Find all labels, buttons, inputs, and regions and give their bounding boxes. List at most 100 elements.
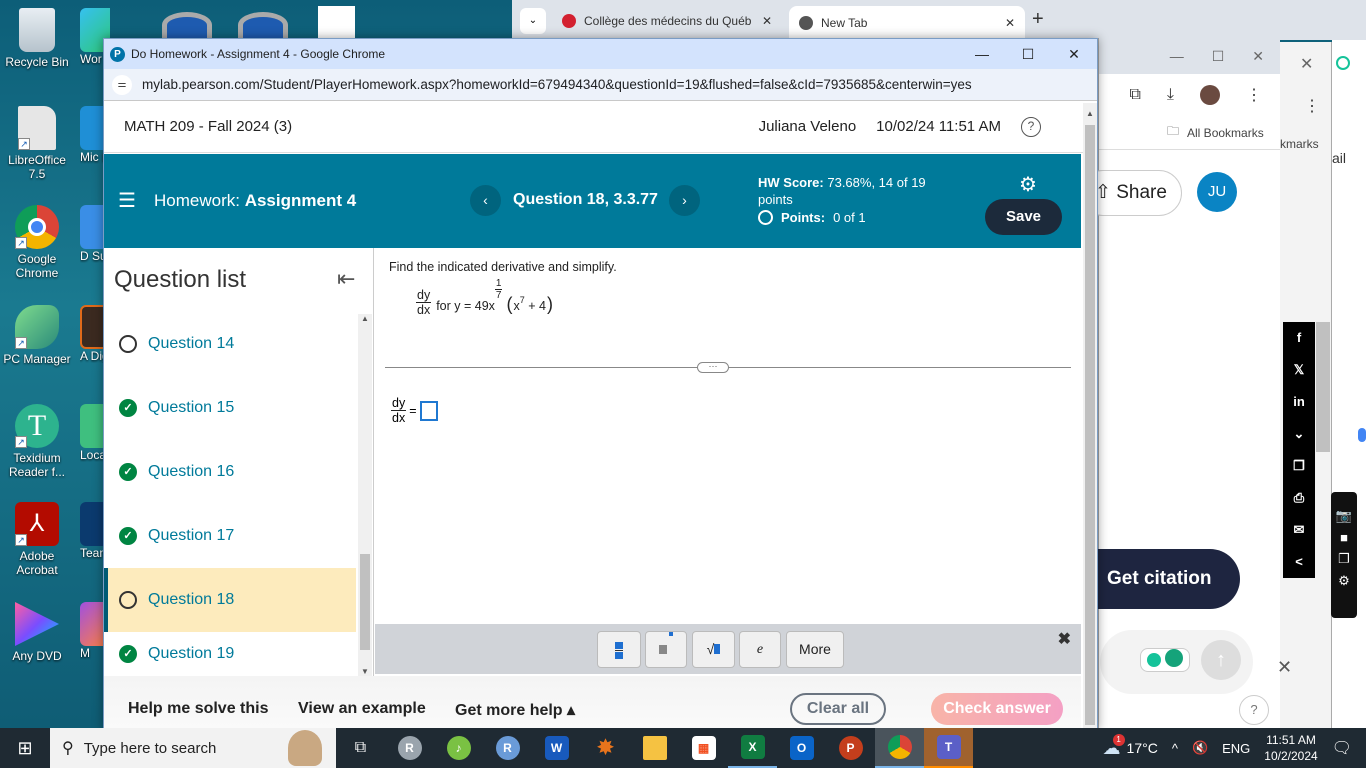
maple-taskbar-icon[interactable]: ✸	[581, 728, 630, 768]
help-icon[interactable]: ?	[1021, 116, 1041, 137]
hamburger-menu-icon[interactable]: ☰	[118, 188, 136, 213]
desktop-icon-chrome[interactable]: ↗ Google Chrome	[0, 205, 74, 280]
pocket-icon[interactable]: ⌄	[1283, 418, 1315, 450]
all-bookmarks[interactable]: All Bookmarks	[1187, 126, 1264, 140]
close-icon[interactable]: ✕	[1252, 48, 1264, 65]
maximize-button[interactable]: ☐	[1005, 46, 1051, 63]
more-button[interactable]: More	[786, 631, 844, 668]
help-circle-icon[interactable]: ?	[1239, 695, 1269, 725]
document-thumbnail-icon[interactable]	[318, 6, 355, 38]
close-icon[interactable]: ✕	[1300, 54, 1313, 74]
tab-search-button[interactable]: ⌄	[520, 8, 546, 34]
scroll-up-arrow-icon[interactable]: ▲	[358, 314, 372, 323]
rstudio-taskbar-icon[interactable]: R	[385, 728, 434, 768]
desktop-icon-anydvd[interactable]: Any DVD	[0, 602, 74, 663]
r-taskbar-icon[interactable]: R	[483, 728, 532, 768]
close-icon[interactable]: ✕	[1005, 16, 1015, 30]
taskbar-clock[interactable]: 11:51 AM 10/2/2024	[1264, 732, 1317, 764]
language-indicator[interactable]: ENG	[1222, 741, 1250, 756]
address-bar[interactable]: ⚌ mylab.pearson.com/Student/PlayerHomewo…	[104, 69, 1097, 101]
outlook-taskbar-icon[interactable]: O	[777, 728, 826, 768]
file-explorer-taskbar-icon[interactable]	[630, 728, 679, 768]
scroll-up-arrow-icon[interactable]: ▲	[1083, 109, 1097, 118]
scroll-down-arrow-icon[interactable]: ▼	[358, 667, 372, 676]
settings-icon[interactable]: ⚙	[1331, 573, 1357, 589]
teams-taskbar-icon[interactable]: T	[924, 728, 973, 768]
user-avatar[interactable]: JU	[1197, 172, 1237, 212]
question-list-item[interactable]: ✓ Question 17	[104, 504, 356, 568]
question-list-item[interactable]: Question 14	[104, 312, 356, 376]
previous-question-button[interactable]: ‹	[470, 185, 501, 216]
close-icon[interactable]: ✕	[762, 14, 772, 28]
scrollbar-thumb[interactable]	[1085, 125, 1095, 725]
send-arrow-icon[interactable]: ↑	[1201, 640, 1241, 680]
extensions-icon[interactable]: ⧉	[1129, 86, 1140, 104]
geogebra-taskbar-icon[interactable]: ♪	[434, 728, 483, 768]
menu-icon[interactable]: ⋮	[1246, 85, 1262, 105]
next-question-button[interactable]: ›	[669, 185, 700, 216]
euler-e-button[interactable]: e	[739, 631, 781, 668]
settings-gear-icon[interactable]: ⚙	[1019, 172, 1037, 197]
notifications-icon[interactable]: 🗨	[1332, 738, 1352, 758]
desktop-icon-texidium[interactable]: T ↗ Texidium Reader f...	[0, 404, 74, 479]
clear-all-button[interactable]: Clear all	[790, 693, 886, 725]
menu-icon[interactable]: ⋮	[1304, 96, 1320, 116]
tab-new-tab[interactable]: New Tab ✕	[789, 6, 1025, 40]
tab-college-medecins[interactable]: Collège des médecins du Québ ✕	[552, 6, 782, 36]
desktop-icon-pc-manager[interactable]: ↗ PC Manager	[0, 305, 74, 366]
task-view-icon[interactable]: ⧉	[336, 728, 385, 768]
weather-widget[interactable]: ☁ 1 17°C	[1103, 733, 1158, 759]
question-list-item[interactable]: ✓ Question 19	[104, 632, 356, 676]
answer-input[interactable]	[419, 400, 438, 421]
profile-avatar-icon[interactable]	[1200, 85, 1220, 105]
powerpoint-taskbar-icon[interactable]: P	[826, 728, 875, 768]
new-tab-button[interactable]: +	[1032, 8, 1044, 31]
chrome-taskbar-icon[interactable]	[875, 728, 924, 768]
desktop-icon-recycle-bin[interactable]: Recycle Bin	[0, 8, 74, 69]
close-palette-icon[interactable]: ✖	[1058, 629, 1071, 649]
minimize-button[interactable]: —	[959, 46, 1005, 63]
help-me-solve-link[interactable]: Help me solve this	[128, 700, 269, 718]
download-icon[interactable]: ⤓	[1167, 86, 1174, 104]
scrollbar-thumb[interactable]	[360, 554, 370, 650]
desktop-icon-libreoffice[interactable]: ↗ LibreOffice 7.5	[0, 106, 74, 181]
page-scrollbar[interactable]: ▲	[1083, 103, 1097, 729]
email-icon[interactable]: ✉	[1283, 514, 1315, 546]
share-icon[interactable]: <	[1283, 546, 1315, 578]
question-list-scrollbar[interactable]: ▲ ▼	[358, 314, 372, 676]
microphone-icon[interactable]	[1358, 428, 1366, 442]
site-info-icon[interactable]: ⚌	[112, 74, 132, 95]
video-icon[interactable]: ■	[1331, 530, 1357, 545]
expand-ellipsis-button[interactable]: ···	[697, 362, 729, 373]
get-citation-button[interactable]: Get citation	[1080, 549, 1240, 609]
print-icon[interactable]: ⎙	[1283, 482, 1315, 514]
maximize-icon[interactable]: ☐	[1212, 48, 1225, 65]
close-icon[interactable]: ✕	[1277, 657, 1292, 678]
facebook-icon[interactable]: f	[1283, 322, 1315, 354]
volume-muted-icon[interactable]: 🔇	[1192, 740, 1208, 756]
exponent-button[interactable]	[645, 631, 687, 668]
excel-taskbar-icon[interactable]: X	[728, 728, 777, 768]
minimize-icon[interactable]: —	[1170, 48, 1184, 64]
collapse-panel-icon[interactable]: ⇤	[337, 266, 355, 292]
question-list-item[interactable]: ✓ Question 15	[104, 376, 356, 440]
camera-icon[interactable]: 📷	[1331, 508, 1357, 524]
desktop-icon-acrobat[interactable]: ⅄ ↗ Adobe Acrobat	[0, 502, 74, 577]
r-icon[interactable]	[162, 12, 212, 38]
square-root-button[interactable]: √	[692, 631, 735, 668]
grammarly-widget[interactable]: ↑	[1100, 630, 1253, 694]
x-twitter-icon[interactable]: 𝕏	[1283, 354, 1315, 386]
word-taskbar-icon[interactable]: W	[532, 728, 581, 768]
windows-start-icon[interactable]: ⊞	[0, 738, 50, 759]
view-example-link[interactable]: View an example	[298, 700, 426, 718]
show-hidden-icons-icon[interactable]: ^	[1172, 741, 1178, 756]
question-list-item-active[interactable]: Question 18	[104, 568, 356, 632]
question-list-item[interactable]: ✓ Question 16	[104, 440, 356, 504]
fraction-button[interactable]	[597, 631, 641, 668]
window-icon[interactable]: ❐	[1331, 551, 1357, 567]
r-icon[interactable]	[238, 12, 288, 38]
linkedin-icon[interactable]: in	[1283, 386, 1315, 418]
close-button[interactable]: ✕	[1051, 46, 1097, 63]
url-text[interactable]: mylab.pearson.com/Student/PlayerHomework…	[142, 77, 972, 92]
check-answer-button[interactable]: Check answer	[931, 693, 1063, 725]
